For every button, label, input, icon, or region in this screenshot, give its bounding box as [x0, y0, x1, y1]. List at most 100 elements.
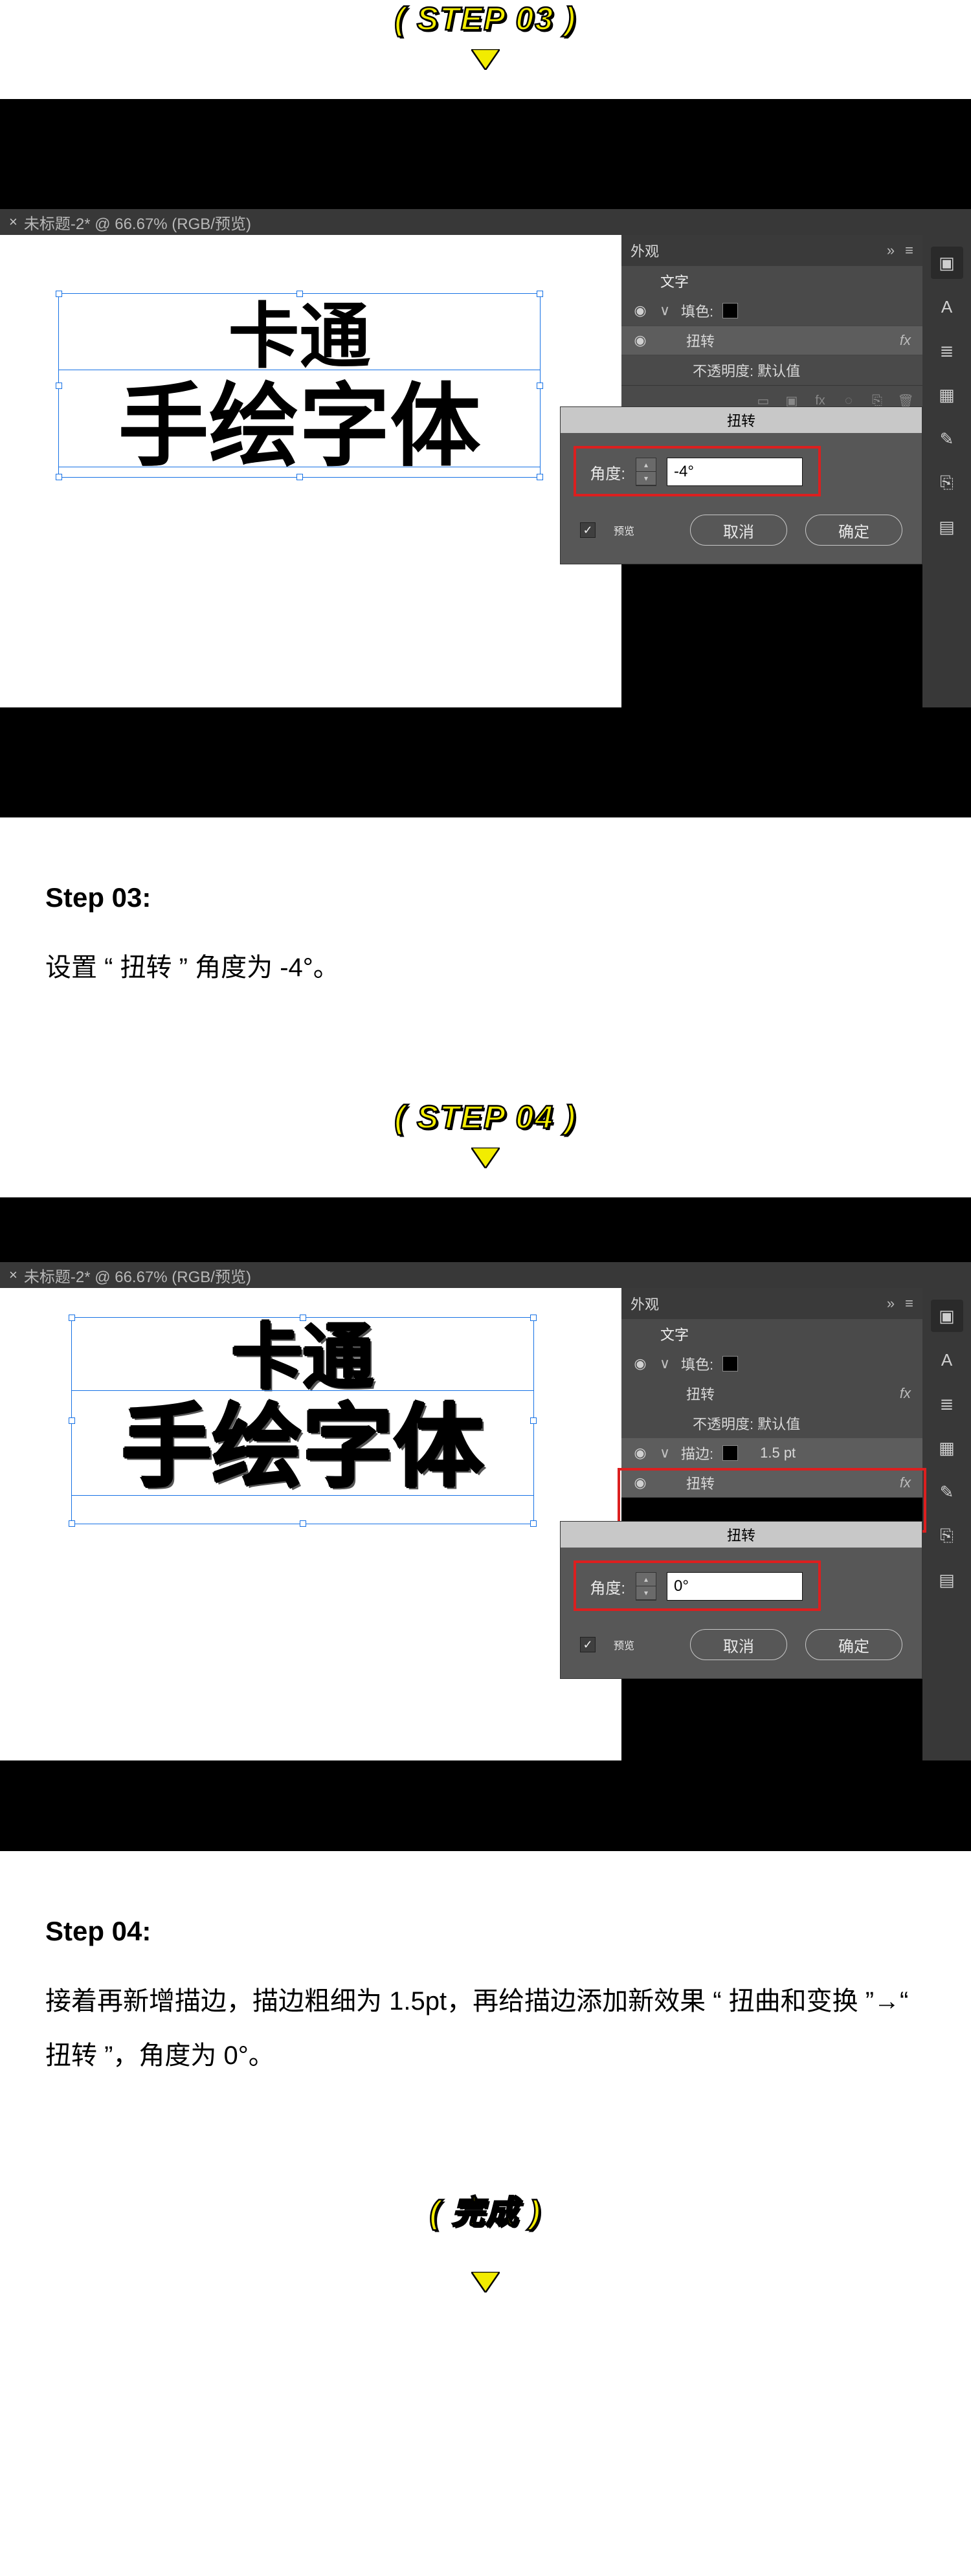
visibility-toggle-icon[interactable]: ◉ — [632, 1445, 649, 1461]
appearance-row-opacity-fill[interactable]: 不透明度: 默认值 — [621, 1408, 922, 1438]
visibility-toggle-icon[interactable]: ◉ — [632, 1355, 649, 1372]
close-icon[interactable]: × — [9, 1267, 17, 1283]
type-panel-icon[interactable]: A — [931, 1344, 963, 1376]
appearance-row-stroke[interactable]: ◉ ∨ 描边: 1.5 pt — [621, 1438, 922, 1468]
selection-handle[interactable] — [56, 291, 62, 297]
layers-panel-icon[interactable]: ≣ — [931, 1388, 963, 1420]
stepper-down-icon[interactable]: ▾ — [636, 1586, 656, 1600]
step03-label: Step 03: — [45, 869, 926, 926]
document-tab[interactable]: × 未标题-2* @ 66.67% (RGB/预览) — [0, 209, 263, 235]
panel-chevrons-icon[interactable]: » — [887, 242, 895, 259]
links-panel-icon[interactable]: ⎘ — [931, 1520, 963, 1552]
selection-bounds[interactable] — [58, 293, 541, 478]
appearance-row-text[interactable]: 文字 — [621, 266, 922, 296]
document-tabbar: × 未标题-2* @ 66.67% (RGB/预览) — [0, 1262, 971, 1288]
angle-stepper[interactable]: ▴ ▾ — [636, 458, 656, 486]
selection-handle[interactable] — [69, 1315, 75, 1321]
opacity-label: 不透明度: 默认值 — [693, 360, 800, 381]
angle-stepper[interactable]: ▴ ▾ — [636, 1572, 656, 1601]
chevron-down-icon[interactable]: ∨ — [658, 302, 672, 319]
swatches-panel-icon[interactable]: ▦ — [931, 379, 963, 411]
stepper-up-icon[interactable]: ▴ — [636, 1573, 656, 1586]
twist-dialog-title[interactable]: 扭转 — [561, 407, 922, 433]
selection-handle[interactable] — [537, 291, 543, 297]
done-pill: ( 完成 ) — [429, 2186, 541, 2233]
appearance-title: 外观 — [631, 1293, 659, 1314]
right-properties-strip: ▣ A ≣ ▦ ✎ ⎘ ▤ — [922, 1288, 971, 1760]
stroke-swatch[interactable] — [722, 1445, 738, 1461]
properties-icon[interactable]: ▣ — [931, 247, 963, 279]
selection-handle[interactable] — [530, 1315, 537, 1321]
cancel-button[interactable]: 取消 — [690, 515, 787, 546]
stroke-weight-value[interactable]: 1.5 pt — [760, 1445, 796, 1461]
fx-icon[interactable]: fx — [900, 332, 911, 349]
appearance-text-label: 文字 — [660, 1324, 689, 1344]
layers-panel-icon[interactable]: ≣ — [931, 335, 963, 367]
type-panel-icon[interactable]: A — [931, 291, 963, 323]
actions-panel-icon[interactable]: ▤ — [931, 511, 963, 543]
ok-button[interactable]: 确定 — [805, 515, 902, 546]
panel-menu-icon[interactable]: ≡ — [905, 242, 913, 259]
angle-input[interactable] — [667, 458, 803, 486]
selection-handle[interactable] — [530, 1417, 537, 1424]
stepper-down-icon[interactable]: ▾ — [636, 472, 656, 485]
done-pill-wrap: ( 完成 ) — [0, 2186, 971, 2272]
actions-panel-icon[interactable]: ▤ — [931, 1564, 963, 1596]
cancel-button[interactable]: 取消 — [690, 1629, 787, 1660]
visibility-toggle-icon[interactable]: ◉ — [632, 302, 649, 319]
visibility-toggle-icon[interactable]: ◉ — [632, 1474, 649, 1491]
appearance-row-opacity[interactable]: 不透明度: 默认值 — [621, 355, 922, 385]
selection-handle[interactable] — [56, 474, 62, 480]
twist-dialog-title[interactable]: 扭转 — [561, 1522, 922, 1548]
selection-handle[interactable] — [300, 1315, 306, 1321]
properties-icon[interactable]: ▣ — [931, 1300, 963, 1332]
selection-handle[interactable] — [69, 1520, 75, 1527]
twist-dialog: 扭转 角度: ▴ ▾ ✓ 预览 取消 确定 — [560, 406, 922, 564]
angle-label: 角度: — [580, 461, 625, 483]
preview-label: 预览 — [614, 1637, 634, 1652]
appearance-row-twist-fill[interactable]: 扭转 fx — [621, 1379, 922, 1408]
ok-button[interactable]: 确定 — [805, 1629, 902, 1660]
brush-panel-icon[interactable]: ✎ — [931, 1476, 963, 1508]
selection-handle[interactable] — [530, 1520, 537, 1527]
appearance-row-text[interactable]: 文字 — [621, 1319, 922, 1349]
fx-icon[interactable]: fx — [900, 1474, 911, 1491]
fill-swatch[interactable] — [722, 1356, 738, 1371]
appearance-row-twist-stroke[interactable]: ◉ 扭转 fx — [621, 1468, 922, 1498]
brush-panel-icon[interactable]: ✎ — [931, 423, 963, 455]
links-panel-icon[interactable]: ⎘ — [931, 467, 963, 499]
step03-screenshot: × 未标题-2* @ 66.67% (RGB/预览) 卡通 手绘字体 — [0, 99, 971, 817]
selection-bounds[interactable] — [71, 1317, 534, 1524]
step03-pill-wrap: ( STEP 03 ) — [0, 0, 971, 49]
preview-checkbox[interactable]: ✓ — [580, 522, 596, 538]
close-icon[interactable]: × — [9, 214, 17, 230]
appearance-titlebar[interactable]: 外观 » ≡ — [621, 235, 922, 266]
selection-handle[interactable] — [537, 383, 543, 389]
preview-checkbox[interactable]: ✓ — [580, 1637, 596, 1652]
appearance-row-fill[interactable]: ◉ ∨ 填色: — [621, 1349, 922, 1379]
done-arrow — [0, 2272, 971, 2322]
selection-handle[interactable] — [296, 291, 303, 297]
appearance-panel: 外观 » ≡ 文字 ◉ ∨ 填色: ◉ 扭转 fx 不透明度: 默 — [621, 235, 922, 416]
chevron-down-icon[interactable]: ∨ — [658, 1355, 672, 1372]
document-tab[interactable]: × 未标题-2* @ 66.67% (RGB/预览) — [0, 1262, 263, 1288]
stepper-up-icon[interactable]: ▴ — [636, 458, 656, 472]
appearance-row-fill[interactable]: ◉ ∨ 填色: — [621, 296, 922, 326]
fill-swatch[interactable] — [722, 303, 738, 318]
panel-menu-icon[interactable]: ≡ — [905, 1295, 913, 1312]
swatches-panel-icon[interactable]: ▦ — [931, 1432, 963, 1464]
selection-handle[interactable] — [296, 474, 303, 480]
chevron-down-icon[interactable]: ∨ — [658, 1445, 672, 1461]
selection-handle[interactable] — [537, 474, 543, 480]
fx-icon[interactable]: fx — [900, 1385, 911, 1402]
angle-input[interactable] — [667, 1572, 803, 1601]
selection-handle[interactable] — [300, 1520, 306, 1527]
step03-arrow — [0, 49, 971, 99]
selection-handle[interactable] — [56, 383, 62, 389]
visibility-toggle-icon[interactable]: ◉ — [632, 332, 649, 349]
step04-arrow — [0, 1148, 971, 1197]
selection-handle[interactable] — [69, 1417, 75, 1424]
appearance-titlebar[interactable]: 外观 » ≡ — [621, 1288, 922, 1319]
appearance-row-twist[interactable]: ◉ 扭转 fx — [621, 326, 922, 355]
panel-chevrons-icon[interactable]: » — [887, 1295, 895, 1312]
